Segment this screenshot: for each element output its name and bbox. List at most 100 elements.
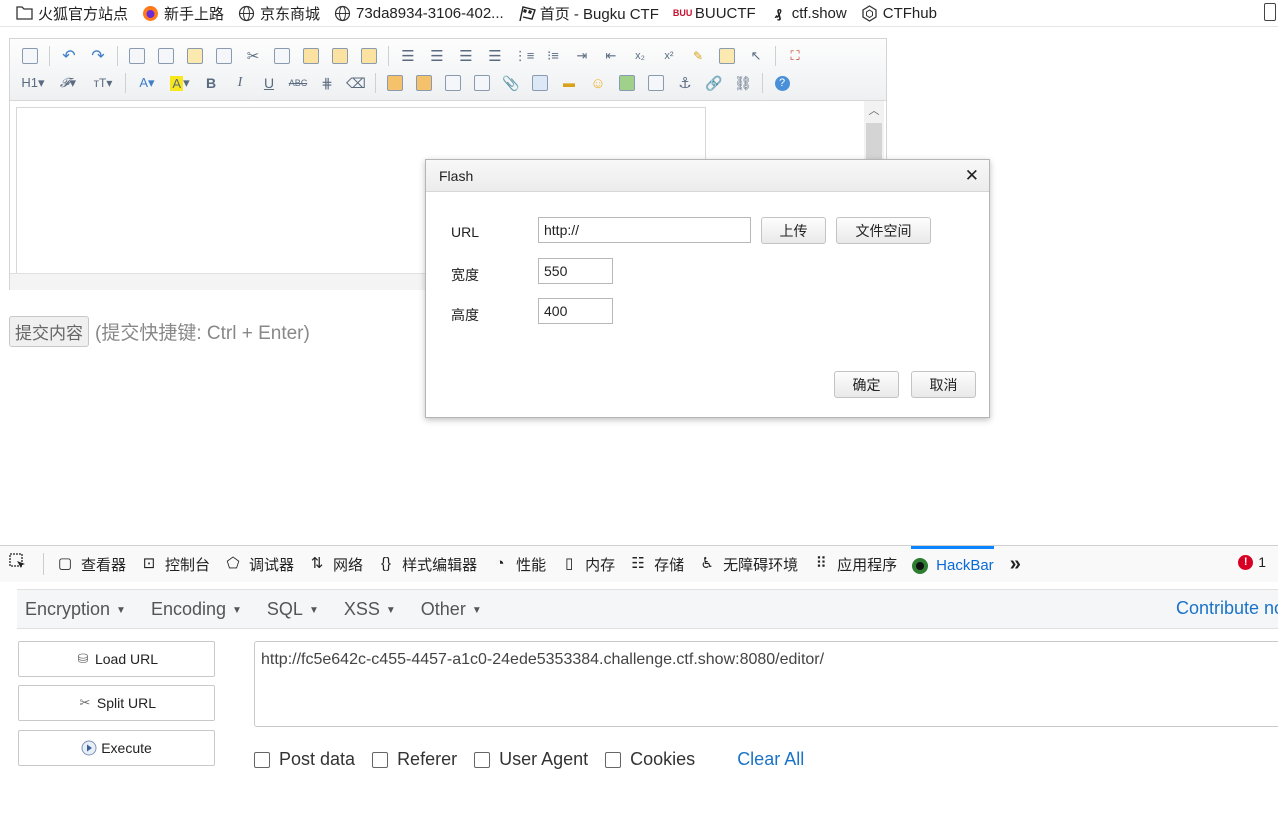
tab-debugger[interactable]: ⬠ 调试器	[224, 546, 295, 582]
media-icon[interactable]	[472, 73, 492, 93]
scroll-thumb[interactable]	[866, 123, 882, 159]
select-all-icon[interactable]	[717, 46, 737, 66]
subscript-icon[interactable]: x₂	[630, 46, 650, 66]
code-icon[interactable]	[214, 46, 234, 66]
execute-button[interactable]: Execute	[18, 730, 215, 766]
horizontal-rule-icon[interactable]: ▬	[559, 73, 579, 93]
url-textarea[interactable]: http://fc5e642c-c455-4457-a1c0-24ede5353…	[254, 641, 1278, 727]
height-input[interactable]	[538, 298, 613, 324]
paste-word-icon[interactable]	[359, 46, 379, 66]
ok-button[interactable]: 确定	[834, 371, 899, 398]
menu-encryption[interactable]: Encryption ▼	[25, 599, 126, 620]
baidu-map-icon[interactable]	[617, 73, 637, 93]
image-icon[interactable]	[385, 73, 405, 93]
ordered-list-icon[interactable]: ⋮≡	[514, 46, 535, 66]
align-justify-icon[interactable]: ☰	[485, 46, 505, 66]
referer-checkbox[interactable]: Referer	[372, 749, 457, 770]
unlink-icon[interactable]: ⛓	[733, 73, 753, 93]
menu-encoding[interactable]: Encoding ▼	[151, 599, 242, 620]
clear-all-link[interactable]: Clear All	[737, 749, 804, 770]
load-url-button[interactable]: ⛁ Load URL	[18, 641, 215, 677]
bookmark-jd[interactable]: 京东商城	[238, 3, 320, 24]
highlight-color-icon[interactable]: A ▾	[168, 73, 192, 93]
strikethrough-icon[interactable]: ABC	[288, 73, 308, 93]
tab-application[interactable]: ⠿ 应用程序	[812, 546, 898, 582]
scroll-up-icon[interactable]: ︿	[864, 101, 884, 121]
source-icon[interactable]	[20, 46, 40, 66]
outdent-icon[interactable]: ⇤	[601, 46, 621, 66]
template-icon[interactable]	[185, 46, 205, 66]
bookmark-getting-started[interactable]: 新手上路	[142, 3, 224, 24]
undo-icon[interactable]: ↶	[59, 46, 79, 66]
submit-content-button[interactable]: 提交内容	[9, 316, 89, 347]
contribute-link[interactable]: Contribute no	[1176, 598, 1278, 619]
paste-text-icon[interactable]	[330, 46, 350, 66]
cancel-button[interactable]: 取消	[911, 371, 976, 398]
tab-inspector[interactable]: ▢ 查看器	[56, 546, 126, 582]
checkbox-box[interactable]	[605, 751, 622, 768]
element-picker-icon[interactable]	[9, 552, 29, 576]
menu-sql[interactable]: SQL ▼	[267, 599, 319, 620]
paste-icon[interactable]	[301, 46, 321, 66]
tab-performance[interactable]: ◔ 性能	[491, 546, 547, 582]
file-space-button[interactable]: 文件空间	[836, 217, 931, 244]
tab-console[interactable]: ⊡ 控制台	[140, 546, 210, 582]
align-left-icon[interactable]: ☰	[398, 46, 418, 66]
bookmark-firefox-official[interactable]: 火狐官方站点	[16, 3, 128, 24]
flash-icon[interactable]	[443, 73, 463, 93]
unordered-list-icon[interactable]: ⁝≡	[543, 46, 563, 66]
multi-image-icon[interactable]	[414, 73, 434, 93]
heading-icon[interactable]: H1▾	[20, 73, 46, 93]
checkbox-box[interactable]	[254, 751, 270, 768]
font-color-icon[interactable]: A▾	[135, 73, 159, 93]
cookies-checkbox[interactable]: Cookies	[605, 749, 695, 770]
post-data-checkbox[interactable]: Post data	[254, 749, 355, 770]
tablet-icon[interactable]	[1264, 3, 1276, 21]
error-counter[interactable]: ! 1	[1238, 554, 1266, 570]
checkbox-box[interactable]	[372, 751, 389, 768]
align-right-icon[interactable]: ☰	[456, 46, 476, 66]
dialog-title-bar[interactable]: Flash ✕	[426, 160, 989, 192]
font-family-icon[interactable]: 𝓕▾	[55, 73, 81, 93]
width-input[interactable]	[538, 258, 613, 284]
print-icon[interactable]	[156, 46, 176, 66]
cut-icon[interactable]: ✂	[243, 46, 263, 66]
attachment-icon[interactable]: 📎	[501, 73, 521, 93]
line-height-icon[interactable]: ⋕	[317, 73, 337, 93]
preview-icon[interactable]	[127, 46, 147, 66]
bold-icon[interactable]: B	[201, 73, 221, 93]
upload-button[interactable]: 上传	[761, 217, 826, 244]
redo-icon[interactable]: ↷	[88, 46, 108, 66]
align-center-icon[interactable]: ☰	[427, 46, 447, 66]
bookmark-buuctf[interactable]: BUU BUUCTF	[673, 5, 756, 22]
more-tabs-icon[interactable]: »	[1010, 553, 1021, 576]
superscript-icon[interactable]: x²	[659, 46, 679, 66]
italic-icon[interactable]: I	[230, 73, 250, 93]
cursor-icon[interactable]: ↖	[746, 46, 766, 66]
user-agent-checkbox[interactable]: User Agent	[474, 749, 588, 770]
menu-xss[interactable]: XSS ▼	[344, 599, 396, 620]
tab-accessibility[interactable]: ♿ 无障碍环境	[698, 546, 798, 582]
split-url-button[interactable]: ✂ Split URL	[18, 685, 215, 721]
emoticon-icon[interactable]: ☺	[588, 73, 608, 93]
tab-memory[interactable]: ▯ 内存	[560, 546, 615, 582]
bookmark-uuid[interactable]: 73da8934-3106-402...	[334, 5, 504, 22]
copy-icon[interactable]	[272, 46, 292, 66]
page-break-icon[interactable]	[646, 73, 666, 93]
bookmark-ctfhub[interactable]: CTFhub	[861, 5, 937, 22]
bookmark-bugku[interactable]: 首页 - Bugku CTF	[518, 3, 659, 24]
tab-hackbar[interactable]: HackBar	[911, 546, 994, 582]
tab-network[interactable]: ⇅ 网络	[308, 546, 363, 582]
clear-format-icon[interactable]: ✎	[688, 46, 708, 66]
table-icon[interactable]	[530, 73, 550, 93]
help-icon[interactable]: ?	[772, 73, 792, 93]
checkbox-box[interactable]	[474, 751, 491, 768]
eraser-icon[interactable]: ⌫	[346, 73, 366, 93]
indent-icon[interactable]: ⇥	[572, 46, 592, 66]
underline-icon[interactable]: U	[259, 73, 279, 93]
fullscreen-icon[interactable]: ⛶	[785, 46, 805, 66]
close-icon[interactable]: ✕	[965, 166, 979, 186]
bookmark-ctfshow[interactable]: ₰ ctf.show	[770, 5, 847, 22]
anchor-icon[interactable]: ⚓	[675, 73, 695, 93]
link-icon[interactable]: 🔗	[704, 73, 724, 93]
